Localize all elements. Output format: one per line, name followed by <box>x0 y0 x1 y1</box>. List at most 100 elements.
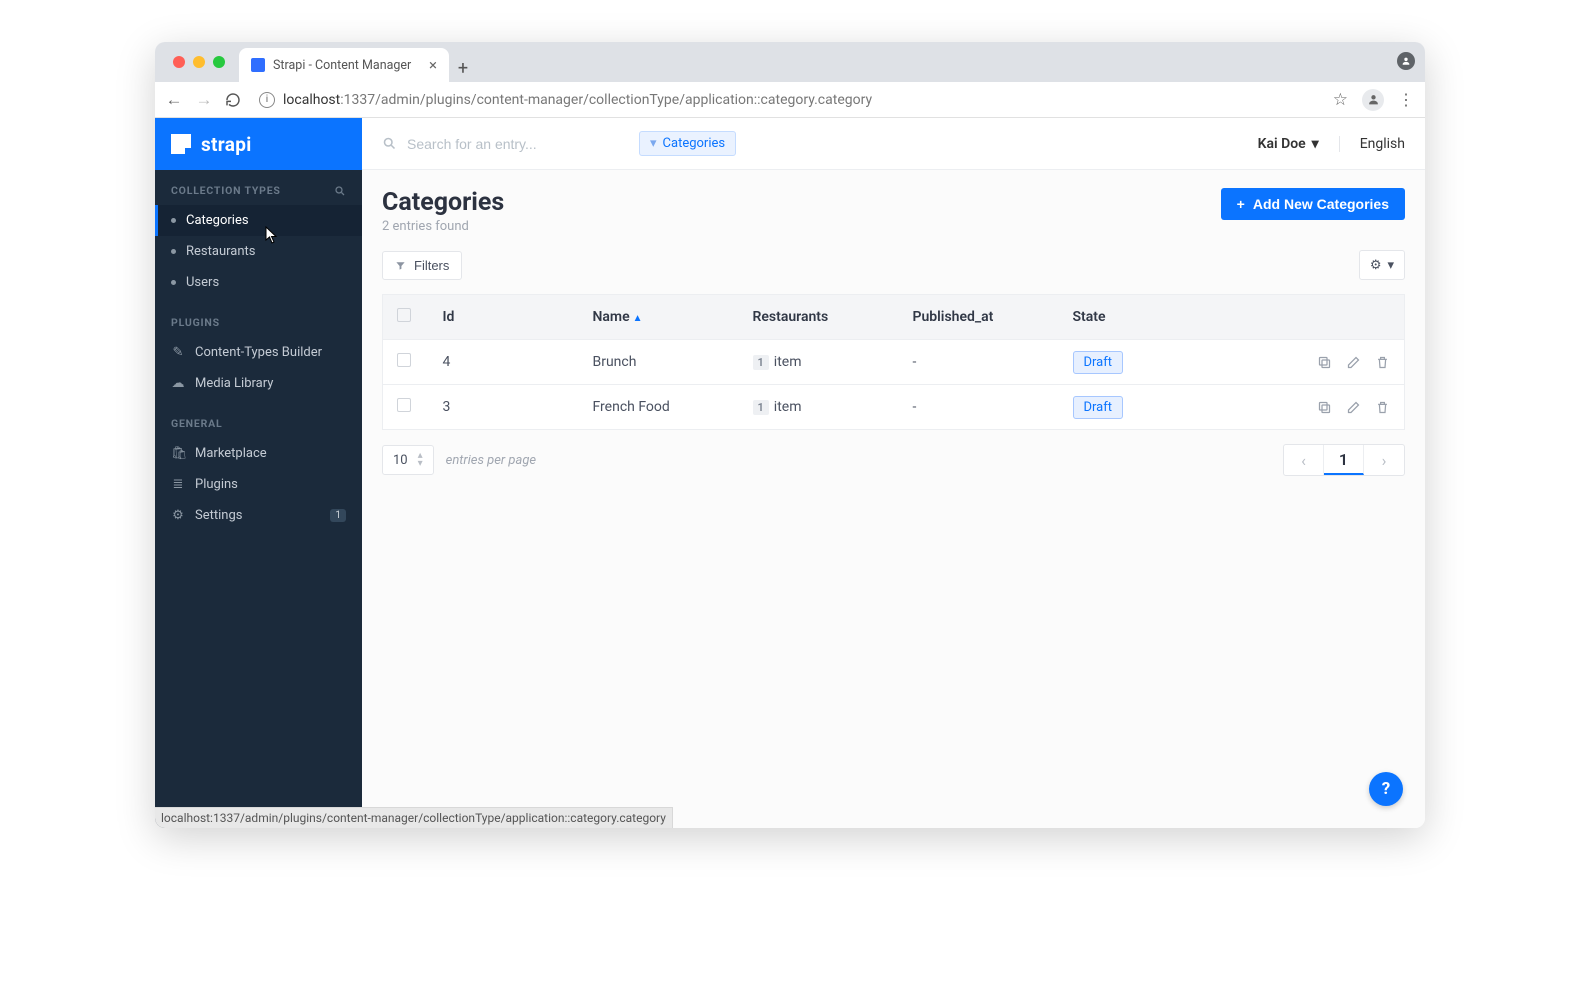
state-badge: Draft <box>1073 351 1124 374</box>
page-number[interactable]: 1 <box>1324 445 1364 475</box>
site-info-icon[interactable]: i <box>259 92 275 108</box>
status-bar: localhost:1337/admin/plugins/content-man… <box>155 807 673 828</box>
new-tab-button[interactable]: + <box>449 54 477 82</box>
col-published[interactable]: Published_at <box>899 295 1059 340</box>
add-new-button[interactable]: + Add New Categories <box>1221 188 1405 220</box>
cell-name: Brunch <box>579 340 739 385</box>
maximize-window-icon[interactable] <box>213 56 225 68</box>
list-icon: ≣ <box>171 477 185 492</box>
bag-icon: 🛍 <box>171 446 185 461</box>
sidebar-header-collection: COLLECTION TYPES <box>171 184 281 197</box>
sidebar-item-categories[interactable]: Categories <box>155 205 362 236</box>
chip-label: Categories <box>663 136 726 151</box>
filters-button[interactable]: Filters <box>382 251 462 280</box>
edit-icon[interactable] <box>1346 355 1361 370</box>
row-checkbox[interactable] <box>397 353 411 367</box>
cell-id: 4 <box>429 340 579 385</box>
select-all-checkbox[interactable] <box>397 308 411 322</box>
row-checkbox[interactable] <box>397 398 411 412</box>
browser-tab[interactable]: Strapi - Content Manager × <box>239 48 449 82</box>
sidebar-item-plugins[interactable]: ≣ Plugins <box>155 469 362 500</box>
chrome-profile-icon[interactable] <box>1397 52 1415 70</box>
sidebar-item-label: Marketplace <box>195 446 267 461</box>
profile-button[interactable] <box>1362 89 1384 111</box>
bullet-icon <box>171 280 176 285</box>
brand-label: strapi <box>201 133 252 156</box>
help-button[interactable]: ? <box>1369 772 1403 806</box>
sidebar-header-plugins: PLUGINS <box>171 316 220 329</box>
minimize-window-icon[interactable] <box>193 56 205 68</box>
reload-button[interactable] <box>225 92 241 108</box>
forward-button[interactable]: → <box>195 90 213 110</box>
search-icon[interactable] <box>334 185 346 197</box>
sidebar-item-settings[interactable]: ⚙ Settings 1 <box>155 500 362 531</box>
table-row[interactable]: 4Brunch1item-Draft <box>383 340 1405 385</box>
sidebar-item-marketplace[interactable]: 🛍 Marketplace <box>155 438 362 469</box>
address-bar[interactable]: i localhost:1337/admin/plugins/content-m… <box>253 92 1321 108</box>
app-topbar: ▾ Categories Kai Doe ▾ English <box>362 118 1425 170</box>
sidebar-item-label: Plugins <box>195 477 238 492</box>
filters-label: Filters <box>414 258 449 273</box>
content: Categories 2 entries found + Add New Cat… <box>362 170 1425 494</box>
sidebar-item-label: Categories <box>186 213 249 228</box>
col-restaurants[interactable]: Restaurants <box>739 295 899 340</box>
add-new-label: Add New Categories <box>1253 196 1389 212</box>
pagination: ‹ 1 › <box>1283 444 1405 476</box>
filter-chip-categories[interactable]: ▾ Categories <box>639 131 736 156</box>
col-state[interactable]: State <box>1059 295 1219 340</box>
delete-icon[interactable] <box>1375 355 1390 370</box>
funnel-icon: ▾ <box>650 136 657 151</box>
sidebar-item-label: Settings <box>195 508 242 523</box>
sort-asc-icon: ▲ <box>633 313 643 324</box>
sidebar-item-media-library[interactable]: ☁ Media Library <box>155 368 362 399</box>
per-page-select[interactable]: 10 ▴▾ <box>382 445 434 475</box>
close-window-icon[interactable] <box>173 56 185 68</box>
app-shell: strapi COLLECTION TYPES Categories Resta… <box>155 118 1425 828</box>
table-row[interactable]: 3French Food1item-Draft <box>383 385 1405 430</box>
back-button[interactable]: ← <box>165 90 183 110</box>
url-host: localhost <box>283 92 340 108</box>
next-page-button[interactable]: › <box>1364 445 1404 475</box>
bookmark-icon[interactable]: ☆ <box>1333 90 1348 110</box>
strapi-logo-icon <box>171 134 191 154</box>
window-controls <box>167 42 231 82</box>
page-subtitle: 2 entries found <box>382 219 504 234</box>
cell-name: French Food <box>579 385 739 430</box>
search-icon <box>382 136 397 151</box>
browser-toolbar: ← → i localhost:1337/admin/plugins/conte… <box>155 82 1425 118</box>
bullet-icon <box>171 249 176 254</box>
gear-icon: ⚙ <box>171 508 185 523</box>
cell-published: - <box>899 340 1059 385</box>
cloud-icon: ☁ <box>171 376 185 391</box>
brush-icon: ✎ <box>171 345 185 360</box>
search-input[interactable] <box>407 136 627 152</box>
favicon-icon <box>251 58 265 72</box>
duplicate-icon[interactable] <box>1317 400 1332 415</box>
language-selector[interactable]: English <box>1339 136 1405 152</box>
duplicate-icon[interactable] <box>1317 355 1332 370</box>
bullet-icon <box>171 218 176 223</box>
close-tab-icon[interactable]: × <box>429 56 437 74</box>
delete-icon[interactable] <box>1375 400 1390 415</box>
table-settings-button[interactable]: ⚙ ▾ <box>1359 250 1405 280</box>
cell-restaurants: 1item <box>739 340 899 385</box>
tab-title: Strapi - Content Manager <box>273 58 411 73</box>
chrome-menu-icon[interactable]: ⋮ <box>1398 90 1415 109</box>
gear-icon: ⚙ <box>1370 257 1382 273</box>
sidebar-item-content-types-builder[interactable]: ✎ Content-Types Builder <box>155 337 362 368</box>
cell-restaurants: 1item <box>739 385 899 430</box>
filter-icon <box>395 260 406 271</box>
sidebar-item-label: Content-Types Builder <box>195 345 322 360</box>
sidebar-item-restaurants[interactable]: Restaurants <box>155 236 362 267</box>
user-menu[interactable]: Kai Doe ▾ <box>1258 136 1319 152</box>
sidebar-item-users[interactable]: Users <box>155 267 362 298</box>
page-title: Categories <box>382 188 504 217</box>
col-name[interactable]: Name▲ <box>579 295 739 340</box>
chevron-down-icon: ▾ <box>1312 136 1319 152</box>
col-id[interactable]: Id <box>429 295 579 340</box>
prev-page-button[interactable]: ‹ <box>1284 445 1324 475</box>
sidebar-header-general: GENERAL <box>171 417 222 430</box>
brand[interactable]: strapi <box>155 118 362 170</box>
cell-id: 3 <box>429 385 579 430</box>
edit-icon[interactable] <box>1346 400 1361 415</box>
